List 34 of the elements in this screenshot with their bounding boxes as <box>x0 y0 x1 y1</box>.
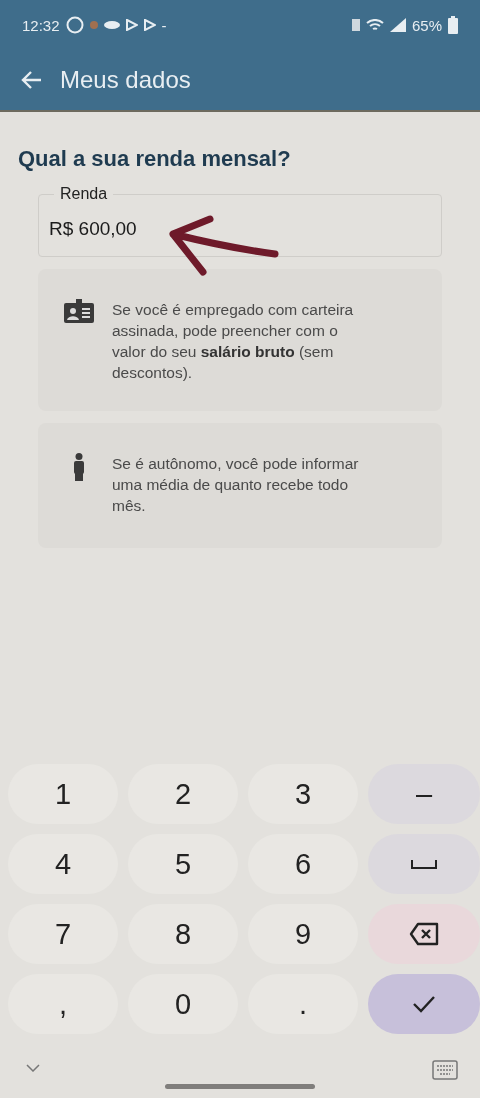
keyboard-icon[interactable] <box>432 1060 458 1080</box>
hint-text: Se é autônomo, você pode informar uma média de quanto recebe todo mês. <box>112 454 360 516</box>
key-button[interactable]: 9 <box>248 904 358 964</box>
play-icon <box>143 19 156 31</box>
question-heading: Qual a sua renda mensal? <box>18 146 292 172</box>
back-icon[interactable] <box>20 70 42 90</box>
battery-level: 65% <box>411 16 442 34</box>
key-button[interactable]: 3 <box>248 764 358 824</box>
key-button[interactable]: 8 <box>128 904 238 964</box>
key-button[interactable]: , <box>8 974 118 1034</box>
play-icon <box>125 19 138 31</box>
battery-icon <box>448 16 458 34</box>
space-icon <box>411 859 437 869</box>
key-button[interactable]: 1 <box>8 764 118 824</box>
chat-icon <box>65 16 84 34</box>
backspace-icon <box>409 922 439 946</box>
signal-icon <box>389 18 406 32</box>
key-button[interactable]: 0 <box>128 974 238 1034</box>
key-button[interactable]: 7 <box>8 904 118 964</box>
key-button[interactable]: 6 <box>248 834 358 894</box>
wifi-icon <box>365 19 384 31</box>
key-button[interactable]: 5 <box>128 834 238 894</box>
minus-key[interactable]: – <box>368 764 480 824</box>
clock: 12:32 <box>22 16 60 34</box>
key-button[interactable]: 4 <box>8 834 118 894</box>
id-card-icon <box>64 299 94 323</box>
status-separator: - <box>161 16 167 34</box>
check-icon <box>412 995 436 1013</box>
chevron-down-icon[interactable] <box>26 1064 40 1072</box>
key-button[interactable]: 2 <box>128 764 238 824</box>
hint-text: Se você é empregado com carteira assinada, pode preencher com o valor do seu salário bruto (sem descontos). <box>112 300 355 383</box>
page-title: Meus dados <box>60 66 191 94</box>
backspace-key[interactable] <box>368 904 480 964</box>
key-button[interactable]: . <box>248 974 358 1034</box>
